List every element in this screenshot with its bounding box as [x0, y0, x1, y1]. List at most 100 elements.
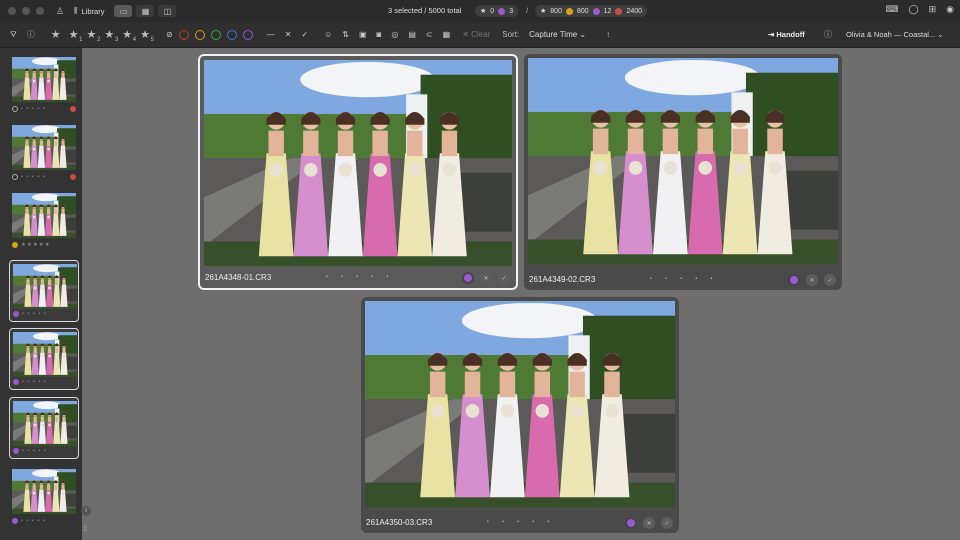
bouquet	[32, 79, 36, 83]
bouquet	[535, 404, 550, 418]
bouquet	[605, 404, 619, 418]
purple-label-button[interactable]	[788, 274, 800, 286]
lens-filter-icon[interactable]: ◎	[391, 30, 398, 39]
person-icon[interactable]: ♙	[56, 6, 64, 17]
minimize-window-button[interactable]	[22, 7, 30, 15]
library-label: Library	[81, 6, 105, 16]
project-selector[interactable]: Olivia & Noah — Coastal... ⌄	[846, 30, 944, 39]
photo-filename: 261A4350-03.CR3	[366, 518, 433, 527]
camera-filter-icon[interactable]: ◙	[377, 30, 382, 39]
bouquet	[733, 161, 747, 175]
filmstrip-thumbnail[interactable]: • • • • •	[9, 328, 79, 390]
star-rating[interactable]: • • • • •	[650, 276, 718, 282]
star-filter-5[interactable]: ★ 5	[140, 28, 154, 43]
filmstrip-thumbnail[interactable]: • • • • •	[9, 466, 79, 528]
torso	[47, 208, 51, 214]
unflagged-filter-icon[interactable]: —	[267, 30, 275, 39]
torso	[48, 347, 52, 353]
bouquet	[25, 491, 29, 495]
sort-dropdown[interactable]: Capture Time ⌄	[529, 30, 586, 39]
handoff-info-icon[interactable]: ⓘ	[824, 29, 832, 40]
purple-label-button[interactable]	[462, 272, 474, 284]
close-window-button[interactable]	[8, 7, 16, 15]
calendar-filter-icon[interactable]: ▦	[443, 30, 451, 39]
purple-label-filter[interactable]	[242, 29, 253, 40]
star-filter-any[interactable]: ★	[51, 28, 61, 41]
photo-thumbnail[interactable]	[365, 301, 675, 507]
pick-button[interactable]: ✓	[498, 272, 510, 284]
rejected-filter-icon[interactable]: ✕	[285, 30, 292, 39]
red-label-filter[interactable]	[178, 29, 189, 40]
star-filter-1[interactable]: ★ 1	[69, 28, 83, 43]
photo-card-1[interactable]: 261A4348-01.CR3 • • • • • ✕ ✓	[198, 54, 518, 290]
info-icon[interactable]: ⓘ	[27, 29, 35, 40]
filmstrip-stars: • • • • •	[22, 310, 47, 317]
star-filter-3[interactable]: ★ 3	[104, 28, 118, 43]
torso	[26, 416, 30, 422]
clear-filters-button[interactable]: ✕ Clear	[462, 30, 490, 39]
torso	[54, 140, 58, 146]
pick-button[interactable]: ✓	[661, 517, 673, 529]
purple-label-button[interactable]	[625, 517, 637, 529]
green-label-filter[interactable]	[210, 29, 221, 40]
blue-label-filter[interactable]	[226, 29, 237, 40]
handoff-button[interactable]: ⇥ Handoff	[768, 30, 805, 39]
torso	[697, 128, 714, 155]
photo-thumbnail[interactable]	[204, 60, 512, 266]
filmstrip-thumbnail[interactable]: • • • • •	[9, 397, 79, 459]
no-color-filter-icon[interactable]: ⊘	[166, 30, 173, 39]
reject-count: 2400	[626, 7, 643, 15]
filmstrip-thumbnail[interactable]: ★★★★★	[9, 190, 79, 252]
account-icon[interactable]: ◉	[946, 4, 954, 15]
bouquet	[48, 423, 51, 427]
sort-direction-icon[interactable]: ↑	[606, 30, 610, 39]
reject-button[interactable]: ✕	[480, 272, 492, 284]
bouquet	[61, 491, 65, 495]
yellow-label-filter[interactable]	[194, 29, 205, 40]
reject-button[interactable]: ✕	[643, 517, 655, 529]
star-filter-4[interactable]: ★ 4	[122, 28, 136, 43]
filmstrip-image	[13, 264, 77, 309]
bouquet	[373, 163, 387, 177]
filmstrip-thumbnail[interactable]: • • • • •	[9, 260, 79, 322]
export-icon[interactable]: ⊞	[929, 4, 937, 15]
grid-view-button[interactable]: ▦	[136, 5, 155, 17]
single-view-button[interactable]: ▭	[114, 5, 133, 17]
filmstrip-sidebar[interactable]: • • • • • • • • • • ★★★★★ • • • • • • • • • …	[0, 48, 91, 540]
bouquet	[40, 491, 43, 495]
star-rating[interactable]: • • • • •	[326, 274, 394, 280]
bouquet	[47, 79, 50, 83]
photo-card-2[interactable]: 261A4349-02.CR3 • • • • • ✕ ✓	[524, 54, 842, 290]
similar-filter-icon[interactable]: ⇅	[342, 30, 349, 39]
torso	[33, 347, 37, 353]
keyboard-icon[interactable]: ⌨	[886, 4, 899, 15]
reject-button[interactable]: ✕	[806, 274, 818, 286]
zoom-window-button[interactable]	[36, 7, 44, 15]
image-filter-icon[interactable]: ▣	[359, 30, 367, 39]
total-counts-pill[interactable]: ★ 800 800 12 2400	[535, 5, 648, 17]
pick-button[interactable]: ✓	[824, 274, 836, 286]
chat-icon[interactable]: ◯	[909, 4, 919, 15]
filmstrip-image	[12, 125, 76, 170]
filmstrip-thumbnail[interactable]: • • • • •	[9, 54, 79, 116]
filter-icon[interactable]: ⛛	[10, 30, 17, 40]
torso	[39, 208, 43, 214]
picked-filter-icon[interactable]: ✓	[301, 30, 308, 39]
resize-grip-icon[interactable]: ⣿	[83, 525, 87, 532]
compare-view-button[interactable]: ◫	[158, 5, 177, 17]
face-filter-icon[interactable]: ☺	[324, 30, 332, 39]
library-button[interactable]: ⫼ Library	[74, 6, 104, 16]
star-rating[interactable]: • • • • •	[487, 519, 555, 525]
filmstrip-info-icon[interactable]: i	[81, 506, 91, 516]
photo-thumbnail[interactable]	[528, 58, 838, 264]
star-icon: ★	[480, 8, 487, 15]
star-filter-count: 4	[132, 37, 137, 43]
reject-badge-icon	[70, 105, 76, 112]
photo-card-3[interactable]: 261A4350-03.CR3 • • • • • ✕ ✓	[361, 297, 679, 533]
filmstrip-thumbnail[interactable]: • • • • •	[9, 122, 79, 184]
link-filter-icon[interactable]: ⊂	[426, 30, 433, 39]
file-filter-icon[interactable]: ▤	[408, 30, 416, 39]
star-filter-2[interactable]: ★ 2	[86, 28, 100, 43]
bouquet	[40, 79, 43, 83]
selection-counts-pill[interactable]: ★ 0 3	[475, 5, 519, 17]
